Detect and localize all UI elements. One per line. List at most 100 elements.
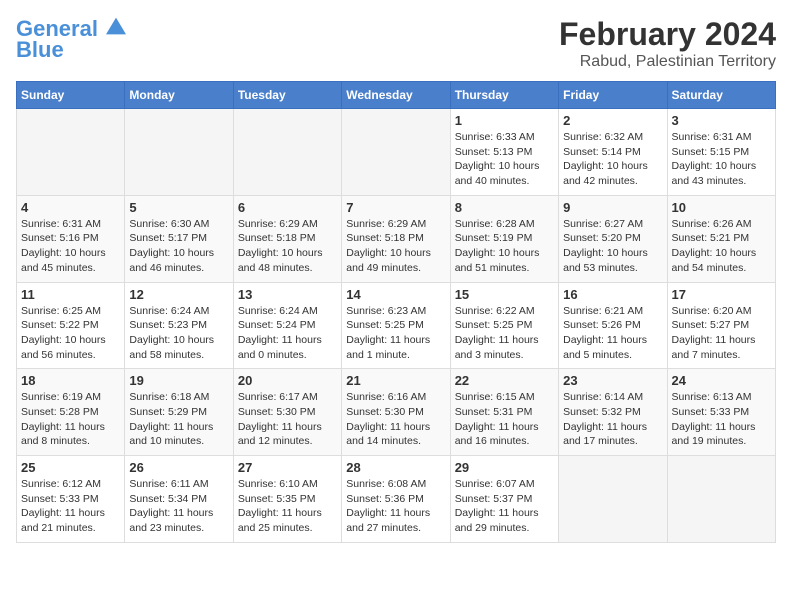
page-header: General Blue February 2024 Rabud, Palest… xyxy=(16,16,776,71)
day-info: Sunrise: 6:27 AM Sunset: 5:20 PM Dayligh… xyxy=(563,217,662,276)
column-header-tuesday: Tuesday xyxy=(233,82,341,109)
day-cell: 24 Sunrise: 6:13 AM Sunset: 5:33 PM Dayli… xyxy=(667,369,775,456)
day-cell: 11 Sunrise: 6:25 AM Sunset: 5:22 PM Dayli… xyxy=(17,282,125,369)
day-number: 15 xyxy=(455,287,554,302)
day-info: Sunrise: 6:18 AM Sunset: 5:29 PM Dayligh… xyxy=(129,390,228,449)
day-info: Sunrise: 6:20 AM Sunset: 5:27 PM Dayligh… xyxy=(672,304,771,363)
day-info: Sunrise: 6:22 AM Sunset: 5:25 PM Dayligh… xyxy=(455,304,554,363)
day-number: 28 xyxy=(346,460,445,475)
day-cell: 26 Sunrise: 6:11 AM Sunset: 5:34 PM Dayli… xyxy=(125,456,233,543)
day-cell xyxy=(125,109,233,196)
day-number: 24 xyxy=(672,373,771,388)
day-number: 3 xyxy=(672,113,771,128)
week-row-5: 25 Sunrise: 6:12 AM Sunset: 5:33 PM Dayli… xyxy=(17,456,776,543)
day-cell: 27 Sunrise: 6:10 AM Sunset: 5:35 PM Dayli… xyxy=(233,456,341,543)
day-info: Sunrise: 6:11 AM Sunset: 5:34 PM Dayligh… xyxy=(129,477,228,536)
day-info: Sunrise: 6:23 AM Sunset: 5:25 PM Dayligh… xyxy=(346,304,445,363)
day-info: Sunrise: 6:25 AM Sunset: 5:22 PM Dayligh… xyxy=(21,304,120,363)
day-number: 4 xyxy=(21,200,120,215)
week-row-1: 1 Sunrise: 6:33 AM Sunset: 5:13 PM Daylig… xyxy=(17,109,776,196)
day-cell: 22Sunrise: 6:15 AM Sunset: 5:31 PM Dayli… xyxy=(450,369,558,456)
day-cell: 15 Sunrise: 6:22 AM Sunset: 5:25 PM Dayli… xyxy=(450,282,558,369)
day-number: 1 xyxy=(455,113,554,128)
logo-icon xyxy=(106,16,126,36)
day-number: 13 xyxy=(238,287,337,302)
day-number: 2 xyxy=(563,113,662,128)
day-number: 29 xyxy=(455,460,554,475)
column-header-thursday: Thursday xyxy=(450,82,558,109)
calendar-table: SundayMondayTuesdayWednesdayThursdayFrid… xyxy=(16,81,776,543)
day-cell: 19 Sunrise: 6:18 AM Sunset: 5:29 PM Dayli… xyxy=(125,369,233,456)
column-header-wednesday: Wednesday xyxy=(342,82,450,109)
day-cell: 6 Sunrise: 6:29 AM Sunset: 5:18 PM Daylig… xyxy=(233,195,341,282)
day-info: Sunrise: 6:26 AM Sunset: 5:21 PM Dayligh… xyxy=(672,217,771,276)
day-cell: 9 Sunrise: 6:27 AM Sunset: 5:20 PM Daylig… xyxy=(559,195,667,282)
month-year: February 2024 xyxy=(559,16,776,53)
day-number: 16 xyxy=(563,287,662,302)
day-cell: 3Sunrise: 6:31 AM Sunset: 5:15 PM Daylig… xyxy=(667,109,775,196)
day-cell: 16 Sunrise: 6:21 AM Sunset: 5:26 PM Dayli… xyxy=(559,282,667,369)
calendar-header: SundayMondayTuesdayWednesdayThursdayFrid… xyxy=(17,82,776,109)
calendar-body: 1 Sunrise: 6:33 AM Sunset: 5:13 PM Daylig… xyxy=(17,109,776,543)
day-number: 18 xyxy=(21,373,120,388)
day-cell xyxy=(17,109,125,196)
day-number: 17 xyxy=(672,287,771,302)
day-cell: 28Sunrise: 6:08 AM Sunset: 5:36 PM Dayli… xyxy=(342,456,450,543)
day-cell xyxy=(342,109,450,196)
day-number: 11 xyxy=(21,287,120,302)
day-number: 8 xyxy=(455,200,554,215)
day-cell: 1 Sunrise: 6:33 AM Sunset: 5:13 PM Daylig… xyxy=(450,109,558,196)
day-info: Sunrise: 6:24 AM Sunset: 5:24 PM Dayligh… xyxy=(238,304,337,363)
day-info: Sunrise: 6:17 AM Sunset: 5:30 PM Dayligh… xyxy=(238,390,337,449)
day-number: 12 xyxy=(129,287,228,302)
day-info: Sunrise: 6:15 AM Sunset: 5:31 PM Dayligh… xyxy=(455,390,554,449)
day-cell: 23 Sunrise: 6:14 AM Sunset: 5:32 PM Dayli… xyxy=(559,369,667,456)
day-number: 23 xyxy=(563,373,662,388)
day-info: Sunrise: 6:30 AM Sunset: 5:17 PM Dayligh… xyxy=(129,217,228,276)
day-cell: 20Sunrise: 6:17 AM Sunset: 5:30 PM Dayli… xyxy=(233,369,341,456)
day-cell: 12 Sunrise: 6:24 AM Sunset: 5:23 PM Dayli… xyxy=(125,282,233,369)
day-number: 27 xyxy=(238,460,337,475)
day-info: Sunrise: 6:16 AM Sunset: 5:30 PM Dayligh… xyxy=(346,390,445,449)
day-cell: 5 Sunrise: 6:30 AM Sunset: 5:17 PM Daylig… xyxy=(125,195,233,282)
day-info: Sunrise: 6:07 AM Sunset: 5:37 PM Dayligh… xyxy=(455,477,554,536)
day-number: 26 xyxy=(129,460,228,475)
day-cell: 7Sunrise: 6:29 AM Sunset: 5:18 PM Daylig… xyxy=(342,195,450,282)
day-cell: 14Sunrise: 6:23 AM Sunset: 5:25 PM Dayli… xyxy=(342,282,450,369)
week-row-3: 11 Sunrise: 6:25 AM Sunset: 5:22 PM Dayli… xyxy=(17,282,776,369)
day-cell: 17 Sunrise: 6:20 AM Sunset: 5:27 PM Dayli… xyxy=(667,282,775,369)
day-info: Sunrise: 6:33 AM Sunset: 5:13 PM Dayligh… xyxy=(455,130,554,189)
day-cell xyxy=(667,456,775,543)
column-header-friday: Friday xyxy=(559,82,667,109)
day-cell: 21 Sunrise: 6:16 AM Sunset: 5:30 PM Dayli… xyxy=(342,369,450,456)
day-info: Sunrise: 6:29 AM Sunset: 5:18 PM Dayligh… xyxy=(238,217,337,276)
day-number: 9 xyxy=(563,200,662,215)
day-cell: 10Sunrise: 6:26 AM Sunset: 5:21 PM Dayli… xyxy=(667,195,775,282)
day-number: 5 xyxy=(129,200,228,215)
day-cell xyxy=(233,109,341,196)
column-header-monday: Monday xyxy=(125,82,233,109)
day-info: Sunrise: 6:21 AM Sunset: 5:26 PM Dayligh… xyxy=(563,304,662,363)
day-number: 25 xyxy=(21,460,120,475)
day-info: Sunrise: 6:24 AM Sunset: 5:23 PM Dayligh… xyxy=(129,304,228,363)
day-number: 19 xyxy=(129,373,228,388)
day-cell: 8Sunrise: 6:28 AM Sunset: 5:19 PM Daylig… xyxy=(450,195,558,282)
day-info: Sunrise: 6:31 AM Sunset: 5:16 PM Dayligh… xyxy=(21,217,120,276)
title-block: February 2024 Rabud, Palestinian Territo… xyxy=(559,16,776,71)
day-cell: 4 Sunrise: 6:31 AM Sunset: 5:16 PM Daylig… xyxy=(17,195,125,282)
day-cell: 13 Sunrise: 6:24 AM Sunset: 5:24 PM Dayli… xyxy=(233,282,341,369)
day-info: Sunrise: 6:12 AM Sunset: 5:33 PM Dayligh… xyxy=(21,477,120,536)
day-cell: 18 Sunrise: 6:19 AM Sunset: 5:28 PM Dayli… xyxy=(17,369,125,456)
day-info: Sunrise: 6:10 AM Sunset: 5:35 PM Dayligh… xyxy=(238,477,337,536)
day-info: Sunrise: 6:13 AM Sunset: 5:33 PM Dayligh… xyxy=(672,390,771,449)
location: Rabud, Palestinian Territory xyxy=(559,53,776,71)
day-info: Sunrise: 6:14 AM Sunset: 5:32 PM Dayligh… xyxy=(563,390,662,449)
day-number: 7 xyxy=(346,200,445,215)
day-number: 6 xyxy=(238,200,337,215)
day-cell: 25 Sunrise: 6:12 AM Sunset: 5:33 PM Dayli… xyxy=(17,456,125,543)
day-info: Sunrise: 6:19 AM Sunset: 5:28 PM Dayligh… xyxy=(21,390,120,449)
day-cell xyxy=(559,456,667,543)
day-number: 21 xyxy=(346,373,445,388)
week-row-4: 18 Sunrise: 6:19 AM Sunset: 5:28 PM Dayli… xyxy=(17,369,776,456)
day-info: Sunrise: 6:32 AM Sunset: 5:14 PM Dayligh… xyxy=(563,130,662,189)
